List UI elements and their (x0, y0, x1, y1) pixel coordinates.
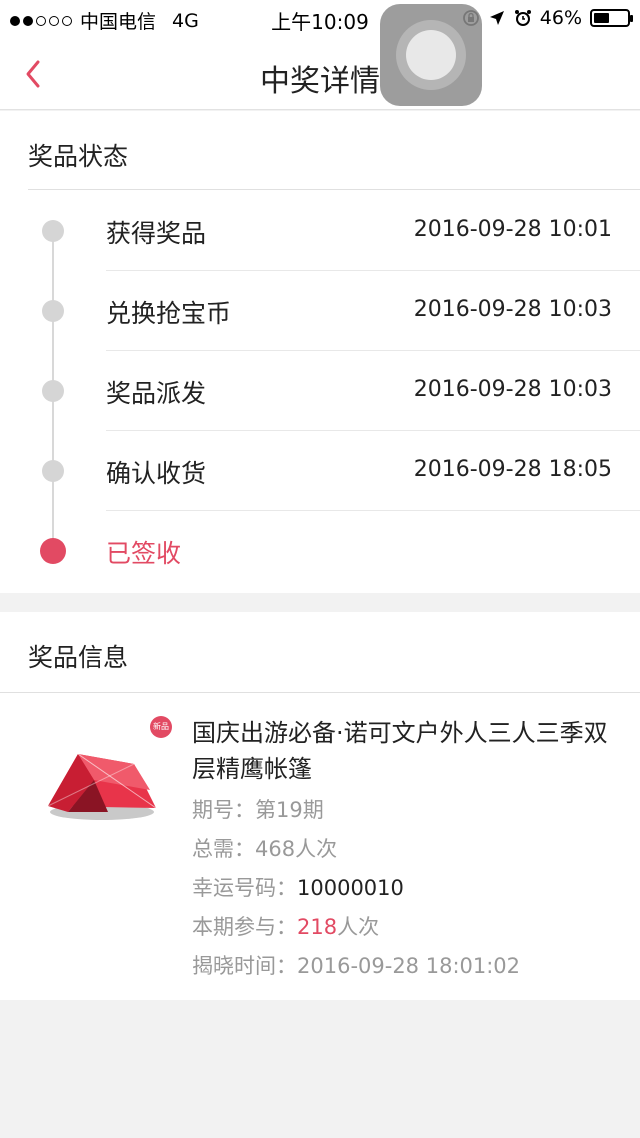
participation-count: 218 (297, 915, 338, 939)
period-label: 期号： (192, 798, 255, 822)
section-title-info: 奖品信息 (28, 643, 129, 672)
timeline-step: 确认收货 2016-09-28 18:05 (0, 431, 640, 511)
prize-status-section: 奖品状态 获得奖品 2016-09-28 10:01 兑换抢宝币 2016-09… (0, 111, 640, 593)
step-label: 获得奖品 (106, 219, 207, 248)
battery-fill (594, 13, 609, 23)
reveal-time-row: 揭晓时间：2016-09-28 18:01:02 (192, 950, 520, 980)
status-bar-right: 46% (462, 7, 633, 29)
timeline-dot (42, 460, 64, 482)
page-background (0, 1000, 640, 1138)
timeline-step: 兑换抢宝币 2016-09-28 10:03 (0, 271, 640, 351)
assistive-touch-core (406, 30, 456, 80)
step-label-current: 已签收 (106, 539, 182, 568)
new-product-badge: 新品 (150, 716, 172, 738)
reveal-time-label: 揭晓时间： (192, 954, 297, 978)
timeline-dot-active (40, 538, 66, 564)
step-time: 2016-09-28 18:05 (413, 457, 612, 482)
timeline-dot (42, 380, 64, 402)
prize-info-section: 奖品信息 新品 国庆出游必备·诺可文户外人三人三季双层精鹰帐篷 期号：第19期 … (0, 612, 640, 1000)
participation-label: 本期参与： (192, 915, 297, 939)
assistive-touch-button[interactable] (380, 4, 482, 106)
lucky-number-row: 幸运号码：10000010 (192, 872, 404, 902)
period-row: 期号：第19期 (192, 794, 324, 824)
page-title: 中奖详情 (260, 64, 380, 99)
battery-percent: 46% (539, 7, 582, 29)
timeline-dot (42, 220, 64, 242)
product-image-tent[interactable] (38, 720, 168, 830)
location-arrow-icon (489, 11, 504, 25)
step-label: 奖品派发 (106, 379, 207, 408)
reveal-time-value: 2016-09-28 18:01:02 (297, 954, 521, 978)
participation-unit: 人次 (337, 915, 380, 939)
lucky-number-value: 10000010 (297, 876, 404, 900)
timeline-step: 奖品派发 2016-09-28 10:03 (0, 351, 640, 431)
status-bar: 中国电信 4G 上午10:09 46% (0, 0, 640, 38)
divider (28, 189, 640, 190)
step-time: 2016-09-28 10:03 (413, 297, 612, 322)
step-time: 2016-09-28 10:03 (413, 377, 612, 402)
lucky-number-label: 幸运号码： (192, 876, 297, 900)
period-value: 第19期 (255, 798, 324, 822)
divider (0, 692, 640, 693)
battery-icon (590, 9, 633, 27)
step-label: 确认收货 (106, 459, 207, 488)
step-label: 兑换抢宝币 (106, 299, 232, 328)
total-value: 468人次 (255, 837, 338, 861)
product-title[interactable]: 国庆出游必备·诺可文户外人三人三季双层精鹰帐篷 (192, 715, 622, 787)
nav-bar: 中奖详情 (0, 38, 640, 110)
participation-row: 本期参与：218人次 (192, 911, 379, 941)
total-label: 总需： (192, 837, 255, 861)
timeline-dot (42, 300, 64, 322)
section-title-status: 奖品状态 (28, 142, 129, 171)
step-time: 2016-09-28 10:01 (413, 217, 612, 242)
timeline-step: 获得奖品 2016-09-28 10:01 (0, 191, 640, 271)
alarm-icon (514, 10, 531, 26)
timeline-step-current: 已签收 (0, 511, 640, 591)
total-row: 总需：468人次 (192, 833, 337, 863)
